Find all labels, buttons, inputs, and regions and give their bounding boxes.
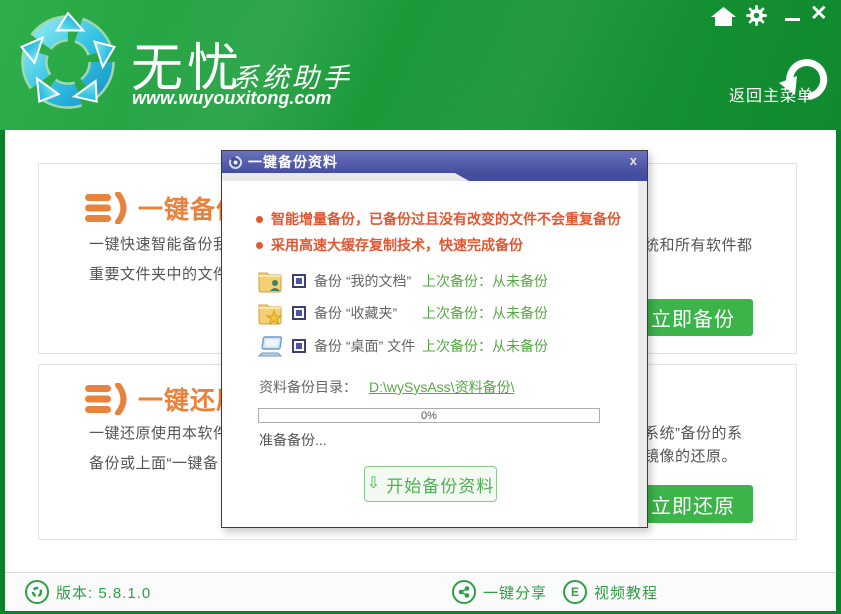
- dialog-close-button[interactable]: x: [630, 153, 637, 169]
- orange-list-icon: [85, 192, 131, 224]
- dialog-titlebar: 一键备份资料 x: [222, 151, 647, 173]
- backup-directory-label: 资料备份目录：: [259, 379, 357, 395]
- checkbox-favorites[interactable]: [292, 306, 306, 320]
- orange-list-icon: [85, 383, 131, 415]
- home-icon[interactable]: [711, 7, 736, 27]
- share-label: 一键分享: [483, 582, 547, 603]
- folder-user-icon: [258, 269, 284, 293]
- checkbox-my-documents[interactable]: [292, 274, 306, 288]
- backup-item-label: 备份 “我的文档”: [314, 271, 411, 291]
- section-restore-heading: 一键还原: [85, 381, 242, 417]
- backup-item-status: 上次备份：从未备份: [422, 336, 548, 356]
- start-backup-button[interactable]: ⇩ 开始备份资料: [364, 466, 497, 502]
- backup-item-desktop: 备份 “桌面” 文件 上次备份：从未备份: [258, 332, 618, 360]
- desktop-computer-icon: [258, 334, 284, 358]
- dialog-title: 一键备份资料: [248, 152, 338, 172]
- dialog-tab-row: [222, 173, 647, 181]
- video-label: 视频教程: [594, 582, 658, 603]
- return-arrow-icon[interactable]: [777, 50, 833, 104]
- version-info: 版本: 5.8.1.0: [25, 573, 151, 611]
- share-button[interactable]: 一键分享: [452, 573, 547, 611]
- video-tutorial-button[interactable]: E 视频教程: [563, 573, 658, 611]
- backup-item-favorites: 备份 “收藏夹” 上次备份：从未备份: [258, 299, 618, 327]
- backup-desc-line1: 一键快速智能备份我: [89, 233, 229, 254]
- restore-now-button[interactable]: 立即还原: [633, 485, 753, 523]
- dialog-notice-1: 智能增量备份，已备份过且没有改变的文件不会重复备份: [256, 209, 621, 229]
- dialog-notice-2: 采用高速大缓存复制技术，快速完成备份: [256, 235, 523, 255]
- version-label: 版本: 5.8.1.0: [56, 582, 151, 603]
- restore-desc-line2: 备份或上面“一键备: [89, 452, 219, 473]
- restore-desc-right2: 镜像的还原。: [644, 445, 737, 466]
- backup-progress-bar: 0%: [258, 408, 600, 423]
- header: 无忧 系统助手 www.wuyouxitong.com ✕ 返回主菜单: [0, 0, 841, 130]
- backup-directory-link[interactable]: D:\wySysAss\资料备份\: [369, 379, 514, 395]
- restore-desc-line1: 一键还原使用本软件: [89, 422, 229, 443]
- checkbox-desktop[interactable]: [292, 339, 306, 353]
- dialog-tab-shape: [455, 173, 647, 181]
- minimize-button[interactable]: [785, 18, 800, 21]
- download-arrow-icon: ⇩: [367, 476, 381, 492]
- brand-url: www.wuyouxitong.com: [132, 88, 331, 109]
- gear-icon[interactable]: [746, 5, 767, 26]
- version-recycle-icon: [25, 580, 49, 604]
- backup-now-button[interactable]: 立即备份: [633, 299, 753, 336]
- app-logo-recycle-icon: [12, 6, 124, 118]
- folder-star-icon: [258, 301, 284, 325]
- backup-desc-line2: 重要文件夹中的文件: [89, 263, 229, 284]
- start-backup-label: 开始备份资料: [386, 472, 494, 497]
- backup-status-text: 准备备份...: [259, 430, 327, 450]
- footer-bar: 版本: 5.8.1.0 一键分享 E 视频教程: [5, 572, 836, 611]
- video-tutorial-icon: E: [563, 580, 587, 604]
- restore-desc-right1: 系统”备份的系: [644, 422, 743, 443]
- backup-dialog: 一键备份资料 x 智能增量备份，已备份过且没有改变的文件不会重复备份 采用高速大…: [221, 150, 648, 528]
- backup-item-label: 备份 “收藏夹”: [314, 303, 397, 323]
- share-icon: [452, 580, 476, 604]
- dialog-right-gutter: [638, 181, 647, 527]
- backup-directory-row: 资料备份目录： D:\wySysAss\资料备份\: [259, 377, 514, 397]
- section-backup-heading: 一键备份: [85, 190, 242, 226]
- app-window: 无忧 系统助手 www.wuyouxitong.com ✕ 返回主菜单: [0, 0, 841, 614]
- backup-item-status: 上次备份：从未备份: [422, 303, 548, 323]
- close-button[interactable]: ✕: [810, 1, 828, 26]
- backup-item-label: 备份 “桌面” 文件: [314, 336, 415, 356]
- backup-desc-right1: 统和所有软件都: [644, 234, 753, 255]
- backup-item-status: 上次备份：从未备份: [422, 271, 548, 291]
- dialog-logo-icon: [228, 155, 243, 170]
- backup-item-my-documents: 备份 “我的文档” 上次备份：从未备份: [258, 267, 618, 295]
